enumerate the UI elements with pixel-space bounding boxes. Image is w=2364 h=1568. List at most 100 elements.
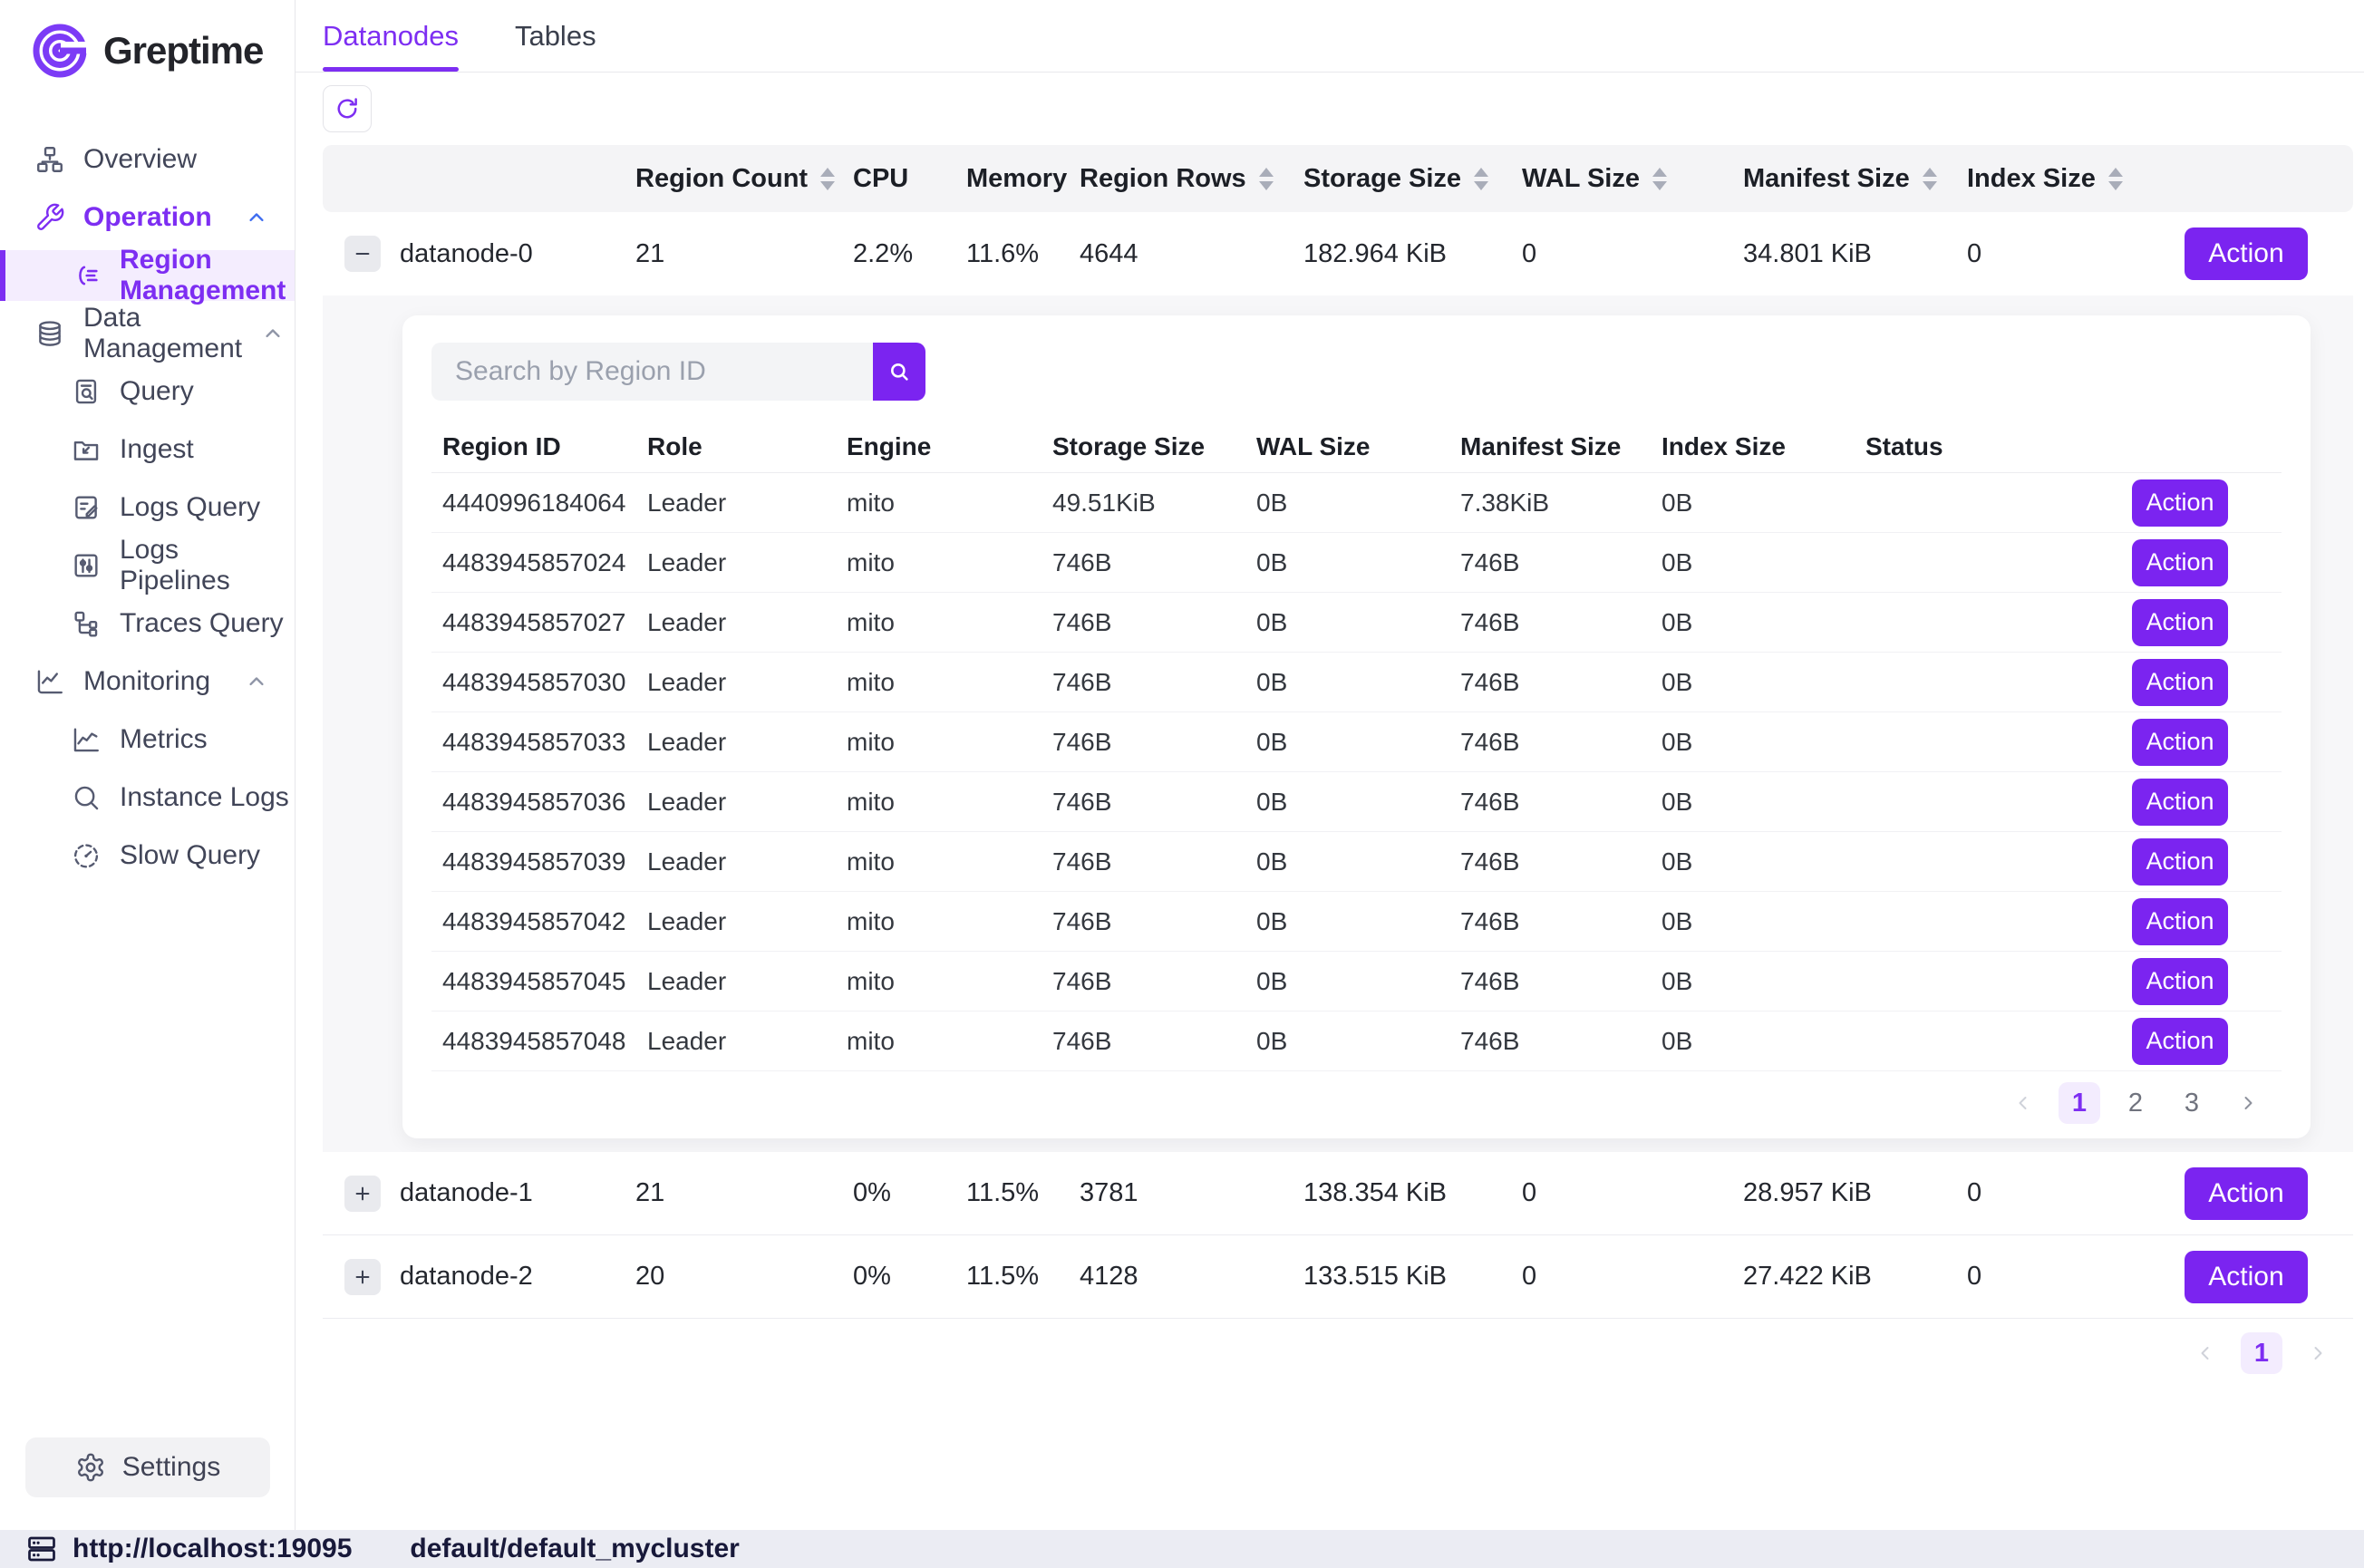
sidebar-item-ingest[interactable]: Ingest — [0, 424, 295, 475]
cell-manifest-size: 746B — [1460, 548, 1662, 577]
cell-wal-size: 0B — [1256, 608, 1460, 637]
sort-arrows-icon[interactable] — [1474, 168, 1488, 190]
cell-region-id: 4483945857027 — [431, 608, 647, 637]
settings-button[interactable]: Settings — [25, 1437, 270, 1497]
sidebar-item-data-management[interactable]: Data Management — [0, 308, 295, 359]
region-row: 4483945857042 Leader mito 746B 0B 746B 0… — [431, 892, 2282, 952]
column-header-wal-size[interactable]: WAL Size — [1522, 164, 1743, 194]
pagination-prev-icon[interactable] — [2002, 1082, 2044, 1124]
column-header-index-size: Index Size — [1662, 432, 1865, 461]
chevron-up-icon[interactable] — [260, 321, 286, 346]
region-action-button[interactable]: Action — [2132, 659, 2228, 706]
cell-engine: mito — [847, 548, 1052, 577]
pipelines-sliders-icon — [71, 550, 102, 581]
search-input[interactable] — [431, 343, 873, 401]
datanode-name: datanode-1 — [400, 1178, 635, 1208]
sidebar-nav: Overview Operation — [0, 96, 295, 881]
region-row: 4483945857027 Leader mito 746B 0B 746B 0… — [431, 593, 2282, 653]
cell-manifest-size: 746B — [1460, 668, 1662, 697]
region-action-button[interactable]: Action — [2132, 599, 2228, 646]
sidebar-item-instance-logs[interactable]: Instance Logs — [0, 772, 295, 823]
sidebar-item-monitoring[interactable]: Monitoring — [0, 656, 295, 707]
datanode-action-button[interactable]: Action — [2185, 227, 2308, 280]
pagination-prev-icon[interactable] — [2185, 1332, 2226, 1374]
column-header-region-id: Region ID — [431, 432, 647, 461]
datanodes-table-header: Region Count CPU Memory Region Rows St — [323, 145, 2353, 212]
cell-region-id: 4483945857024 — [431, 548, 647, 577]
cell-storage-size: 746B — [1052, 548, 1256, 577]
sort-arrows-icon[interactable] — [820, 168, 835, 190]
region-management-icon — [71, 260, 102, 291]
pagination-next-icon[interactable] — [2297, 1332, 2339, 1374]
region-action-button[interactable]: Action — [2132, 719, 2228, 766]
cell-role: Leader — [647, 847, 847, 876]
region-action-button[interactable]: Action — [2132, 779, 2228, 826]
column-header-region-rows[interactable]: Region Rows — [1080, 164, 1303, 194]
cell-role: Leader — [647, 608, 847, 637]
metrics-chart-icon — [71, 724, 102, 755]
search-icon — [886, 359, 912, 384]
column-header-wal-size: WAL Size — [1256, 432, 1460, 461]
tab-datanodes[interactable]: Datanodes — [323, 0, 459, 72]
cell-region-rows: 3781 — [1080, 1178, 1303, 1208]
region-action-button[interactable]: Action — [2132, 958, 2228, 1005]
region-action-button[interactable]: Action — [2132, 838, 2228, 886]
sidebar-item-overview[interactable]: Overview — [0, 134, 295, 185]
sidebar-item-query[interactable]: Query — [0, 366, 295, 417]
tab-tables[interactable]: Tables — [515, 0, 596, 72]
sitemap-icon — [34, 144, 65, 175]
cluster-name[interactable]: default/default_mycluster — [410, 1534, 739, 1564]
sidebar-item-slow-query[interactable]: Slow Query — [0, 830, 295, 881]
pagination-page-3[interactable]: 3 — [2171, 1082, 2213, 1124]
pagination-next-icon[interactable] — [2227, 1082, 2269, 1124]
chevron-up-icon[interactable] — [244, 669, 269, 694]
cell-index-size: 0B — [1662, 548, 1865, 577]
column-header-storage-size[interactable]: Storage Size — [1303, 164, 1522, 194]
sort-arrows-icon[interactable] — [1652, 168, 1667, 190]
region-action-button[interactable]: Action — [2132, 898, 2228, 945]
datanode-action-button[interactable]: Action — [2185, 1167, 2308, 1220]
cell-storage-size: 746B — [1052, 967, 1256, 996]
datanode-action-button[interactable]: Action — [2185, 1251, 2308, 1303]
cell-storage-size: 746B — [1052, 608, 1256, 637]
pagination-page-2[interactable]: 2 — [2115, 1082, 2156, 1124]
sidebar-item-logs-pipelines[interactable]: Logs Pipelines — [0, 540, 295, 591]
sort-arrows-icon[interactable] — [1259, 168, 1274, 190]
pagination-page-1[interactable]: 1 — [2241, 1332, 2282, 1374]
refresh-button[interactable] — [323, 85, 372, 132]
cell-role: Leader — [647, 967, 847, 996]
server-url[interactable]: http://localhost:19095 — [73, 1534, 352, 1564]
sidebar-item-operation[interactable]: Operation — [0, 192, 295, 243]
sidebar-item-logs-query[interactable]: Logs Query — [0, 482, 295, 533]
cell-region-id: 4483945857042 — [431, 907, 647, 936]
region-action-button[interactable]: Action — [2132, 1018, 2228, 1065]
sidebar-item-metrics[interactable]: Metrics — [0, 714, 295, 765]
sort-arrows-icon[interactable] — [2108, 168, 2123, 190]
sidebar-item-region-management[interactable]: Region Management — [0, 250, 295, 301]
cell-role: Leader — [647, 668, 847, 697]
chevron-up-icon[interactable] — [244, 205, 269, 230]
datanode-row-0: datanode-0 21 2.2% 11.6% 4644 182.964 Ki… — [323, 212, 2353, 295]
sidebar-item-traces-query[interactable]: Traces Query — [0, 598, 295, 649]
sidebar-item-label: Data Management — [83, 303, 242, 364]
collapse-row-button[interactable] — [344, 236, 381, 272]
cell-storage-size: 746B — [1052, 907, 1256, 936]
cell-storage-size: 746B — [1052, 668, 1256, 697]
cell-manifest-size: 746B — [1460, 608, 1662, 637]
sort-arrows-icon[interactable] — [1923, 168, 1937, 190]
column-header-region-count[interactable]: Region Count — [635, 164, 853, 194]
column-header-storage-size: Storage Size — [1052, 432, 1256, 461]
region-action-button[interactable]: Action — [2132, 539, 2228, 586]
search-button[interactable] — [873, 343, 925, 401]
expand-row-button[interactable] — [344, 1176, 381, 1212]
datanode-name: datanode-0 — [400, 239, 635, 269]
cell-wal-size: 0B — [1256, 489, 1460, 518]
region-action-button[interactable]: Action — [2132, 479, 2228, 527]
column-header-manifest-size[interactable]: Manifest Size — [1743, 164, 1967, 194]
pagination-page-1[interactable]: 1 — [2059, 1082, 2100, 1124]
column-header-index-size[interactable]: Index Size — [1967, 164, 2176, 194]
cell-role: Leader — [647, 907, 847, 936]
cell-wal-size: 0B — [1256, 728, 1460, 757]
sidebar-item-label: Monitoring — [83, 666, 210, 697]
expand-row-button[interactable] — [344, 1259, 381, 1295]
